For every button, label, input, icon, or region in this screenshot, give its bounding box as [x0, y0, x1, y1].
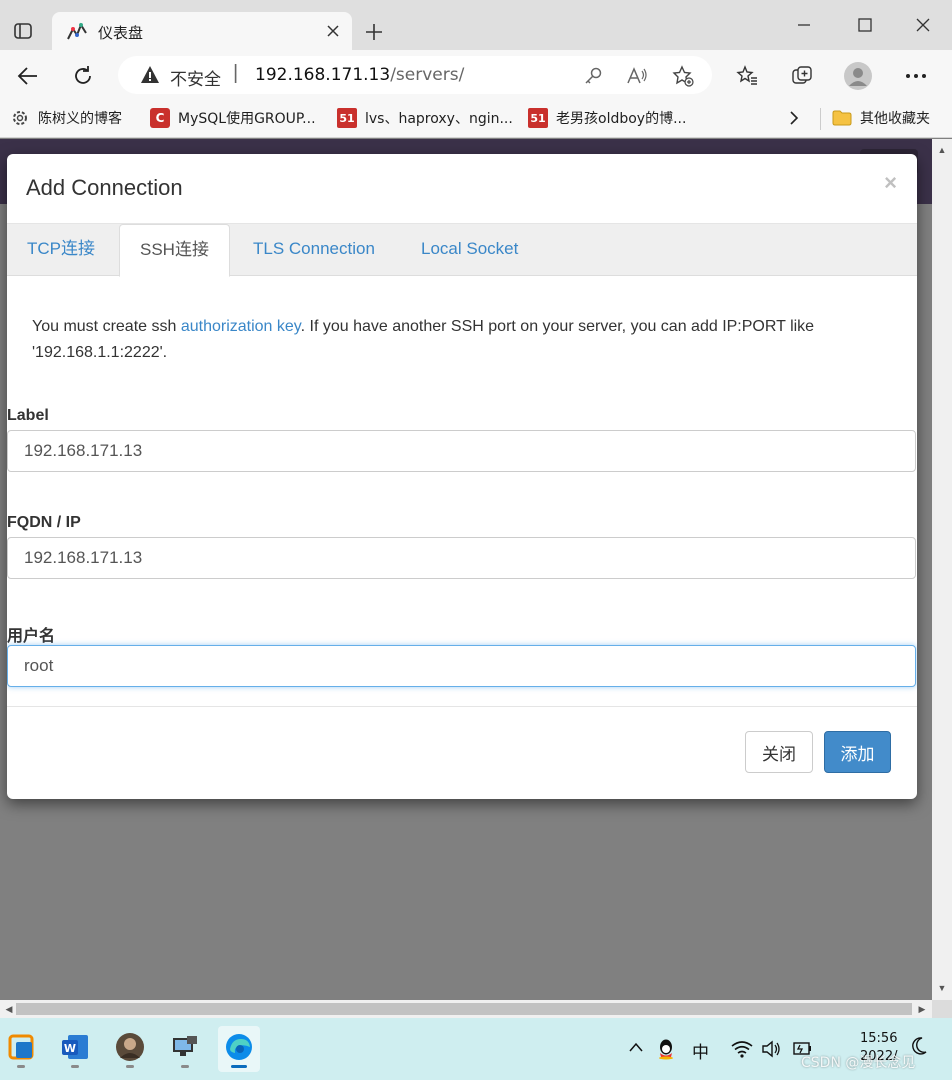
scroll-down-arrow-icon[interactable]: ▼	[933, 979, 951, 997]
browser-tab[interactable]: 仪表盘	[52, 12, 352, 50]
scroll-up-arrow-icon[interactable]: ▲	[933, 141, 951, 159]
bookmark-label: 老男孩oldboy的博...	[556, 111, 687, 127]
browser-toolbar: 不安全 | 192.168.171.13/servers/	[0, 50, 952, 100]
connection-type-tabs: TCP连接 SSH连接 TLS Connection Local Socket	[7, 224, 917, 277]
scroll-right-arrow-icon[interactable]: ▶	[913, 1000, 931, 1018]
svg-text:W: W	[64, 1042, 76, 1055]
vertical-scrollbar[interactable]: ▲ ▼	[932, 139, 952, 1000]
maximize-icon[interactable]	[847, 10, 883, 40]
label-input[interactable]	[7, 430, 916, 472]
bookmark-item[interactable]: 51 lvs、haproxy、ngin...	[337, 106, 513, 130]
clock-time: 15:56	[860, 1031, 898, 1046]
csdn-watermark: CSDN @漫长念见	[801, 1055, 916, 1071]
fqdn-input[interactable]	[7, 537, 916, 579]
bookmarks-divider	[820, 108, 821, 130]
horizontal-scrollbar[interactable]: ◀ ▶	[0, 1000, 932, 1018]
taskbar-active-indicator	[231, 1065, 247, 1068]
other-bookmarks-label: 其他收藏夹	[860, 111, 930, 127]
close-button[interactable]: 关闭	[745, 731, 813, 773]
bookmark-label: MySQL使用GROUP...	[178, 111, 316, 127]
key-icon[interactable]	[580, 63, 606, 89]
browser-tab-bar: 仪表盘	[0, 0, 952, 50]
taskbar-running-indicator	[71, 1065, 79, 1068]
other-bookmarks-folder[interactable]: 其他收藏夹	[832, 106, 930, 130]
help-text-before: You must create ssh	[32, 318, 181, 335]
insecure-label[interactable]: 不安全	[170, 65, 221, 90]
taskbar-running-indicator	[126, 1065, 134, 1068]
minimize-icon[interactable]	[786, 10, 822, 40]
folder-icon	[832, 108, 852, 128]
add-button[interactable]: 添加	[824, 731, 891, 773]
bookmarks-bar: 陈树义的博客 C MySQL使用GROUP... 51 lvs、haproxy、…	[0, 100, 952, 138]
window-close-icon[interactable]	[905, 10, 941, 40]
more-bookmarks-chevron-icon[interactable]	[788, 106, 800, 130]
gear-icon	[10, 108, 30, 128]
username-input[interactable]	[7, 645, 916, 687]
tab-local-socket[interactable]: Local Socket	[401, 224, 538, 276]
tab-actions-icon[interactable]	[10, 18, 36, 44]
horizontal-scroll-thumb[interactable]	[16, 1003, 912, 1015]
address-bar[interactable]: 不安全 | 192.168.171.13/servers/	[118, 56, 712, 94]
bookmark-item[interactable]: 51 老男孩oldboy的博...	[528, 106, 686, 130]
profile-avatar-icon[interactable]	[842, 60, 874, 92]
url-text[interactable]: 192.168.171.13/servers/	[255, 65, 464, 85]
dashboard-favicon-icon	[66, 21, 88, 43]
ssh-help-text: You must create ssh authorization key. I…	[32, 314, 882, 366]
51cto-icon: 51	[337, 108, 357, 128]
new-tab-icon[interactable]	[360, 18, 388, 46]
bookmark-item[interactable]: C MySQL使用GROUP...	[150, 106, 316, 130]
tab-tls[interactable]: TLS Connection	[233, 224, 395, 276]
taskbar-photo-app-icon[interactable]	[109, 1026, 151, 1072]
ime-indicator[interactable]: 中	[692, 1038, 709, 1063]
bookmark-label: lvs、haproxy、ngin...	[365, 111, 513, 127]
taskbar-remote-desktop-icon[interactable]	[164, 1026, 206, 1072]
warning-icon[interactable]	[140, 65, 160, 89]
wifi-icon[interactable]	[731, 1040, 753, 1063]
modal-header: Add Connection ×	[7, 154, 917, 224]
show-hidden-icons-chevron-icon[interactable]	[628, 1040, 644, 1058]
back-arrow-icon[interactable]	[12, 60, 44, 92]
taskbar-word-icon[interactable]: W	[54, 1026, 96, 1072]
add-favorite-icon[interactable]	[670, 63, 696, 89]
volume-icon[interactable]	[761, 1040, 781, 1063]
taskbar-running-indicator	[17, 1065, 25, 1068]
username-field-label: 用户名	[7, 626, 56, 645]
favorites-icon[interactable]	[731, 60, 763, 92]
add-connection-modal: Add Connection × TCP连接 SSH连接 TLS Connect…	[7, 154, 917, 799]
url-path: /servers/	[390, 65, 465, 85]
url-host: 192.168.171.13	[255, 65, 391, 85]
address-separator: |	[233, 62, 239, 84]
taskbar-running-indicator	[181, 1065, 189, 1068]
qq-tray-icon[interactable]	[656, 1038, 676, 1065]
tab-title: 仪表盘	[98, 24, 144, 42]
label-field-label: Label	[7, 407, 49, 424]
bookmark-label: 陈树义的博客	[38, 111, 122, 127]
scrollbar-corner	[932, 1000, 952, 1018]
modal-title: Add Connection	[26, 175, 183, 200]
modal-close-icon[interactable]: ×	[884, 170, 897, 196]
tab-tcp[interactable]: TCP连接	[7, 224, 115, 276]
fqdn-field-label: FQDN / IP	[7, 514, 81, 531]
51cto-icon: 51	[528, 108, 548, 128]
taskbar-vmware-icon[interactable]	[0, 1026, 42, 1072]
more-menu-icon[interactable]	[900, 60, 932, 92]
tab-ssh[interactable]: SSH连接	[119, 224, 230, 277]
authorization-key-link[interactable]: authorization key	[181, 318, 301, 335]
reload-icon[interactable]	[67, 60, 99, 92]
csdn-c-icon: C	[150, 108, 170, 128]
collections-icon[interactable]	[786, 60, 818, 92]
tab-close-icon[interactable]	[324, 22, 342, 40]
taskbar-edge-icon[interactable]	[218, 1026, 260, 1072]
read-aloud-icon[interactable]	[624, 63, 650, 89]
modal-footer-divider	[7, 706, 917, 707]
bookmark-item[interactable]: 陈树义的博客	[10, 106, 122, 130]
